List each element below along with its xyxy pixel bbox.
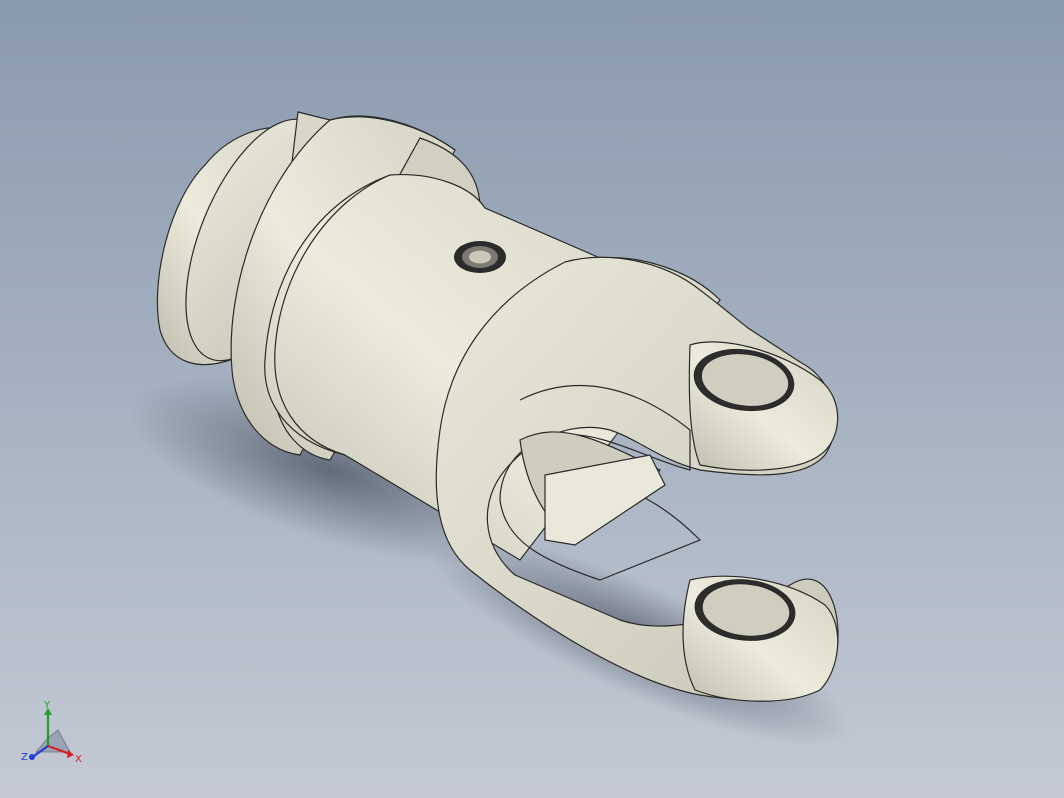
y-axis-label: Y (43, 700, 51, 711)
z-axis-head (29, 754, 35, 760)
reference-triad[interactable]: Y X Z (18, 700, 88, 770)
cad-model-view[interactable] (0, 0, 1064, 798)
x-axis-head (67, 750, 74, 758)
graphics-viewport[interactable]: Y X Z (0, 0, 1064, 798)
x-axis-label: X (75, 754, 82, 765)
z-axis-label: Z (21, 752, 28, 763)
yoke-ear-upper[interactable] (688, 341, 839, 471)
grease-fitting[interactable] (454, 241, 506, 273)
